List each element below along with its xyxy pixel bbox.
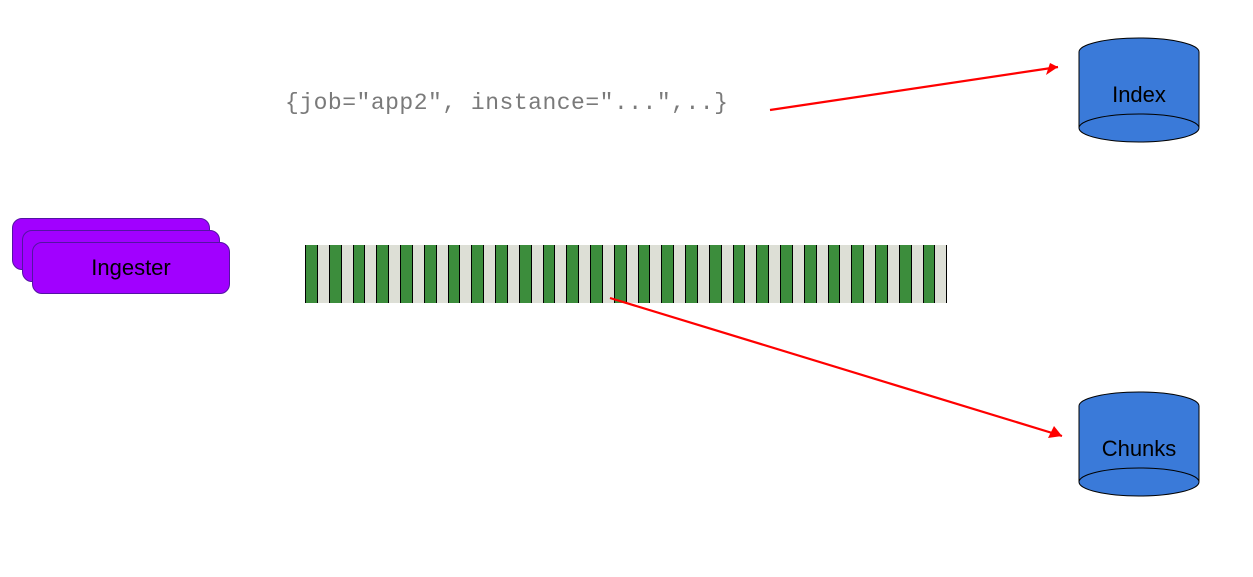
chunk-stripe — [780, 245, 792, 303]
chunk-stripe — [483, 245, 495, 303]
chunk-stripe — [673, 245, 685, 303]
chunk-stripe — [697, 245, 709, 303]
chunk-stripe — [816, 245, 828, 303]
chunk-stripe — [661, 245, 673, 303]
chunk-stripe — [887, 245, 899, 303]
chunk-stripe — [566, 245, 578, 303]
chunk-stripe — [531, 245, 543, 303]
chunk-stripe — [911, 245, 923, 303]
chunk-stripe — [733, 245, 745, 303]
db-index: Index — [1075, 36, 1203, 144]
chunk-stripe — [744, 245, 756, 303]
ingester-label: Ingester — [91, 255, 171, 281]
chunk-stripe — [804, 245, 816, 303]
chunk-stripe — [388, 245, 400, 303]
chunk-stripe — [519, 245, 531, 303]
chunk-stripe — [626, 245, 638, 303]
chunk-stripe — [459, 245, 471, 303]
chunk-stripe — [934, 245, 946, 303]
chunk-stripe — [412, 245, 424, 303]
chunk-stripe — [329, 245, 341, 303]
query-labelset: {job="app2", instance="...",..} — [285, 90, 728, 116]
chunk-stripe — [306, 245, 317, 303]
arrow-to-chunks — [610, 298, 1090, 458]
diagram-canvas: Ingester {job="app2", instance="...",..}… — [0, 0, 1253, 577]
chunk-stripe — [649, 245, 661, 303]
chunk-stripe — [863, 245, 875, 303]
chunk-stripe — [875, 245, 887, 303]
ingester-stack: Ingester — [12, 218, 222, 298]
chunk-bar — [305, 245, 947, 303]
chunk-stripe — [578, 245, 590, 303]
chunk-stripe — [436, 245, 448, 303]
chunk-stripe — [554, 245, 566, 303]
chunk-stripe — [543, 245, 555, 303]
chunk-stripe — [828, 245, 840, 303]
chunk-stripe — [495, 245, 507, 303]
db-chunks: Chunks — [1075, 390, 1203, 498]
chunk-stripe — [448, 245, 460, 303]
db-index-label: Index — [1075, 82, 1203, 108]
chunk-stripe — [756, 245, 768, 303]
chunk-stripe — [851, 245, 863, 303]
chunk-stripe — [590, 245, 602, 303]
chunk-stripe — [839, 245, 851, 303]
ingester-card-front: Ingester — [32, 242, 230, 294]
chunk-stripe — [602, 245, 614, 303]
chunk-stripe — [792, 245, 804, 303]
chunk-stripe — [614, 245, 626, 303]
chunk-stripe — [721, 245, 733, 303]
chunk-stripe — [364, 245, 376, 303]
chunk-stripe — [685, 245, 697, 303]
chunk-stripe — [507, 245, 519, 303]
db-chunks-label: Chunks — [1075, 436, 1203, 462]
chunk-stripe — [400, 245, 412, 303]
chunk-stripe — [709, 245, 721, 303]
arrow-to-index — [770, 55, 1090, 125]
chunk-stripe — [317, 245, 329, 303]
chunk-stripe — [923, 245, 935, 303]
chunk-stripe — [376, 245, 388, 303]
chunk-stripe — [353, 245, 365, 303]
chunk-stripe — [341, 245, 353, 303]
chunk-stripe — [471, 245, 483, 303]
chunk-stripe — [424, 245, 436, 303]
chunk-stripe — [899, 245, 911, 303]
chunk-stripe — [768, 245, 780, 303]
chunk-stripe — [638, 245, 650, 303]
